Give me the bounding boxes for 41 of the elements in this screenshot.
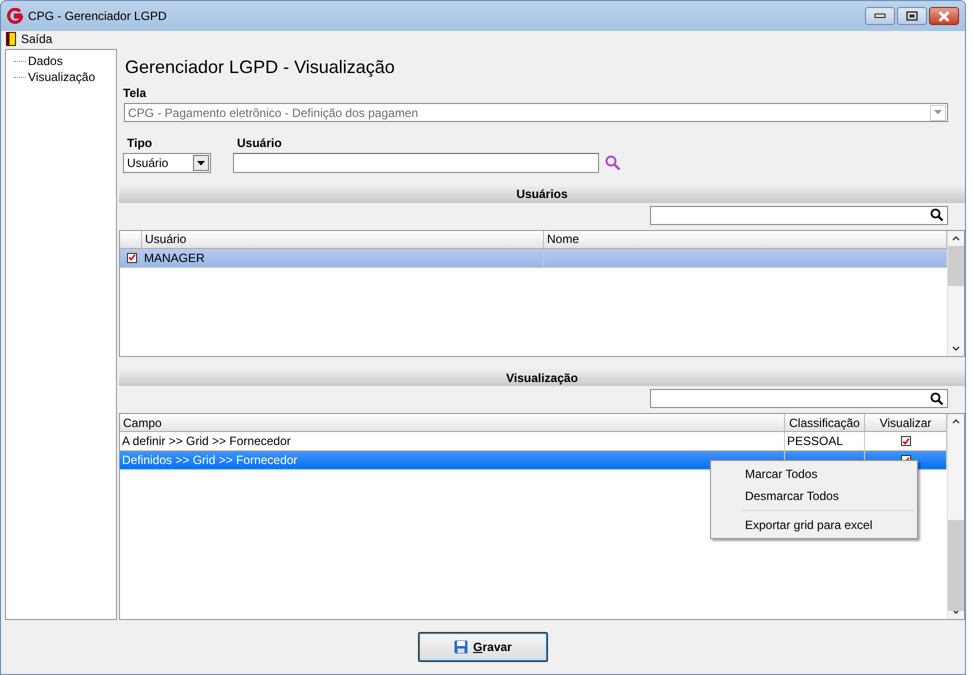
tree-item[interactable]: Visualização: [28, 70, 96, 84]
search-field[interactable]: [650, 389, 948, 408]
maximize-icon: [906, 11, 918, 21]
tree-item[interactable]: Dados: [28, 54, 63, 68]
scroll-bar[interactable]: [947, 414, 964, 619]
table-cell: A definir >> Grid >> Fornecedor: [122, 434, 291, 448]
close-button[interactable]: [929, 7, 959, 25]
close-icon: [937, 10, 951, 22]
table-cell: PESSOAL: [787, 434, 844, 448]
menu-item[interactable]: Desmarcar Todos: [711, 485, 917, 508]
maximize-button[interactable]: [897, 7, 927, 25]
table-cell: Definidos >> Grid >> Fornecedor: [122, 453, 298, 468]
section-header: Usuários: [119, 185, 965, 203]
scroll-bar[interactable]: [947, 230, 964, 356]
door-icon: [6, 32, 16, 46]
menu-item[interactable]: Saída: [6, 32, 52, 46]
user-input-field[interactable]: [233, 153, 599, 174]
caret-icon: [934, 110, 942, 116]
page-heading: Gerenciador LGPD - Visualização: [125, 57, 396, 78]
app-logo-icon: [7, 8, 23, 24]
table-row[interactable]: MANAGER: [120, 248, 947, 268]
table-cell: MANAGER: [144, 250, 205, 265]
window-title: CPG - Gerenciador LGPD: [28, 9, 167, 23]
field-label: Tela: [123, 86, 148, 100]
menu-item[interactable]: Exportar grid para excel: [711, 514, 917, 536]
search-icon[interactable]: [930, 208, 944, 222]
search-icon[interactable]: [930, 392, 944, 406]
section-header: Visualização: [119, 369, 965, 386]
column-header[interactable]: Campo: [120, 414, 785, 432]
save-button[interactable]: Gravar: [418, 632, 548, 662]
field-label: Usuário: [237, 136, 283, 150]
checkbox[interactable]: [126, 252, 136, 263]
column-header[interactable]: Usuário: [142, 230, 544, 248]
search-field[interactable]: [650, 206, 948, 225]
caret-icon: [197, 160, 205, 166]
minimize-button[interactable]: [865, 7, 895, 25]
field-label: Tipo: [127, 136, 154, 150]
checkbox[interactable]: [900, 436, 910, 446]
type-dropdown[interactable]: Usuário: [123, 153, 211, 174]
minimize-icon: [874, 13, 886, 19]
column-header[interactable]: Classificação: [785, 414, 865, 432]
